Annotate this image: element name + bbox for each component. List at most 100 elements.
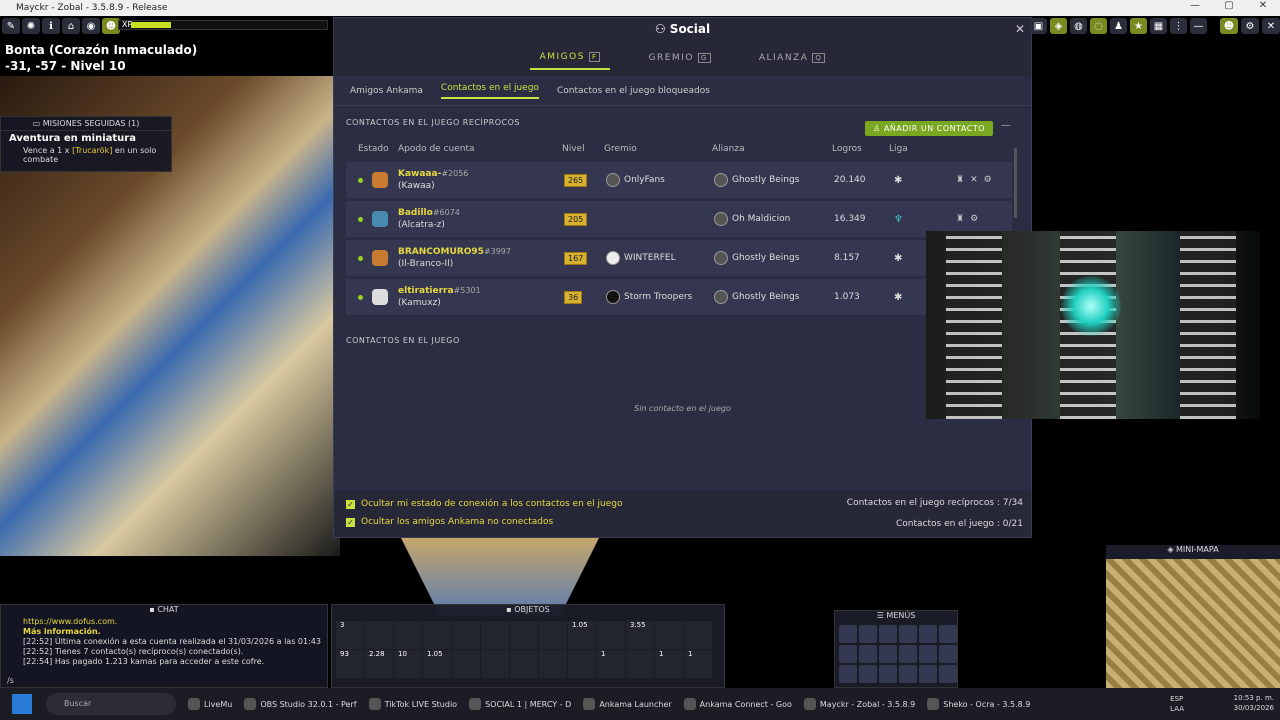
map-icon[interactable]: ⌂ (62, 18, 80, 34)
quest-header[interactable]: ▭ MISIONES SEGUIDAS (1) (1, 117, 171, 131)
inventory-slot[interactable] (655, 621, 683, 649)
inventory-slot[interactable] (510, 621, 538, 649)
inventory-slot[interactable] (684, 621, 712, 649)
windows-start-icon[interactable] (12, 694, 32, 714)
character-icon[interactable]: ☻ (1220, 18, 1238, 34)
minimap-view[interactable] (1106, 559, 1280, 688)
contact-nickname[interactable]: BRANCOMURO95 (398, 247, 484, 257)
table-row[interactable]: BRANCOMURO95#3997 (Il-Branco-Il) 167 WINT… (346, 240, 1012, 276)
menu-item-icon[interactable] (899, 645, 917, 663)
clock[interactable]: 10:53 p. m. 30/03/2026 (1234, 693, 1274, 713)
minimize-icon[interactable]: — (1190, 18, 1207, 34)
inventory-slot[interactable] (539, 621, 567, 649)
close-icon[interactable]: ✕ (1262, 18, 1280, 34)
tab-amigos[interactable]: AMIGOS F (529, 46, 611, 70)
col-gremio[interactable]: Gremio (604, 144, 712, 154)
inventory-slot[interactable] (423, 621, 451, 649)
hide-status-checkbox[interactable]: ✓ Ocultar mi estado de conexión a los con… (346, 499, 623, 509)
settings-icon[interactable]: ⚙ (984, 175, 992, 185)
tab-gremio[interactable]: GREMIO G (638, 47, 720, 69)
gear-icon[interactable]: ⚙ (1241, 18, 1259, 34)
location-pin-icon[interactable]: ◈ (1050, 18, 1067, 34)
col-apodo[interactable]: Apodo de cuenta (396, 144, 562, 154)
menu-item-icon[interactable] (839, 665, 857, 683)
taskbar-app[interactable]: SOCIAL 1 | MERCY - D (469, 698, 571, 710)
inventory-slot[interactable] (626, 650, 654, 678)
info-icon[interactable]: ℹ (42, 18, 60, 34)
close-icon[interactable]: ✕ (1246, 0, 1280, 11)
quest-title[interactable]: Aventura en miniatura (1, 131, 171, 146)
star-icon[interactable]: ★ (1130, 18, 1147, 34)
inventory-slot[interactable] (452, 650, 480, 678)
guild-name[interactable]: OnlyFans (624, 175, 665, 185)
taskbar-app[interactable]: Sheko - Ocra - 3.5.8.9 (927, 698, 1030, 710)
group-icon[interactable]: ♟ (1110, 18, 1127, 34)
table-row[interactable]: eltiratierra#5301 (Kamuxz) 36 Storm Troop… (346, 279, 1012, 315)
quest-objective-target[interactable]: [Trucarök] (72, 146, 112, 155)
col-estado[interactable]: Estado (346, 144, 396, 154)
inventory-slot[interactable] (481, 650, 509, 678)
alliance-name[interactable]: Ghostly Beings (732, 292, 799, 302)
taskbar-app[interactable]: Ankama Launcher (583, 698, 672, 710)
contact-nickname[interactable]: Badillo (398, 208, 433, 218)
bag-icon[interactable]: ♜ (956, 175, 964, 185)
menu-item-icon[interactable] (859, 645, 877, 663)
tab-alianza[interactable]: ALIANZA Q (749, 47, 836, 69)
col-liga[interactable]: Liga (889, 144, 908, 154)
chat-link[interactable]: Más información. (1, 627, 327, 637)
inventory-slot[interactable] (510, 650, 538, 678)
subtab-contactos[interactable]: Contactos en el juego (440, 83, 539, 99)
guild-name[interactable]: WINTERFEL (624, 253, 676, 263)
inventory-slot[interactable] (539, 650, 567, 678)
shop-icon[interactable]: ▣ (1030, 18, 1047, 34)
menu-item-icon[interactable] (839, 645, 857, 663)
contact-nickname[interactable]: Kawaaa- (398, 169, 441, 179)
language-indicator[interactable]: ESP LAA (1170, 694, 1184, 714)
subtab-bloqueados[interactable]: Contactos en el juego bloqueados (557, 86, 710, 96)
minimize-icon[interactable]: — (1178, 0, 1212, 11)
sun-icon[interactable]: ✺ (22, 18, 40, 34)
helmet-icon[interactable]: ◍ (1070, 18, 1087, 34)
col-alianza[interactable]: Alianza (712, 144, 832, 154)
inventory-slot[interactable]: 1 (597, 650, 625, 678)
menu-item-icon[interactable] (939, 645, 957, 663)
hide-offline-checkbox[interactable]: ✓ Ocultar los amigos Ankama no conectados (346, 517, 553, 527)
inventory-slot[interactable]: 2.28 (365, 650, 393, 678)
edit-icon[interactable]: ✎ (2, 18, 20, 34)
inventory-slot[interactable]: 1.05 (568, 621, 596, 649)
contact-nickname[interactable]: eltiratierra (398, 286, 454, 296)
table-row[interactable]: Badillo#6074 (Alcatra-z) 205 Oh Maldicion… (346, 201, 1012, 237)
settings-icon[interactable]: ⚙ (970, 214, 978, 224)
table-row[interactable]: Kawaaa-#2056 (Kawaa) 265 OnlyFans Ghostly… (346, 162, 1012, 198)
menu-item-icon[interactable] (919, 645, 937, 663)
alliance-name[interactable]: Ghostly Beings (732, 253, 799, 263)
taskbar-app[interactable]: TikTok LIVE Studio (368, 698, 457, 710)
chat-input[interactable]: /s (7, 676, 14, 685)
menu-item-icon[interactable] (859, 665, 877, 683)
list-scrollbar[interactable] (1014, 148, 1017, 218)
menu-item-icon[interactable] (879, 665, 897, 683)
inventory-slot[interactable] (597, 621, 625, 649)
alliance-name[interactable]: Ghostly Beings (732, 175, 799, 185)
inventory-slot[interactable] (452, 621, 480, 649)
inventory-slot[interactable]: 10 (394, 650, 422, 678)
bag-icon[interactable]: ♜ (956, 214, 964, 224)
inventory-slot[interactable]: 1 (655, 650, 683, 678)
grid-icon[interactable]: ▦ (1150, 18, 1167, 34)
inventory-slot[interactable] (568, 650, 596, 678)
taskbar-app[interactable]: Ankama Connect - Goo (683, 698, 792, 710)
alliance-name[interactable]: Oh Maldicion (732, 214, 790, 224)
maximize-icon[interactable]: ▢ (1212, 0, 1246, 11)
chat-link[interactable]: https://www.dofus.com. (1, 617, 327, 627)
add-contact-button[interactable]: ♙ AÑADIR UN CONTACTO (865, 121, 993, 136)
subtab-amigos-ankama[interactable]: Amigos Ankama (350, 86, 423, 96)
collapse-icon[interactable]: — (1001, 120, 1011, 131)
col-nivel[interactable]: Nivel (562, 144, 604, 154)
taskbar-app[interactable]: LiveMu (188, 698, 232, 710)
close-icon[interactable]: ✕ (1015, 22, 1025, 36)
menu-item-icon[interactable] (939, 625, 957, 643)
inventory-slot[interactable]: 3 (336, 621, 364, 649)
inventory-slot[interactable]: 93 (336, 650, 364, 678)
fight-icon[interactable]: ✕ (970, 175, 978, 185)
inventory-slot[interactable] (481, 621, 509, 649)
